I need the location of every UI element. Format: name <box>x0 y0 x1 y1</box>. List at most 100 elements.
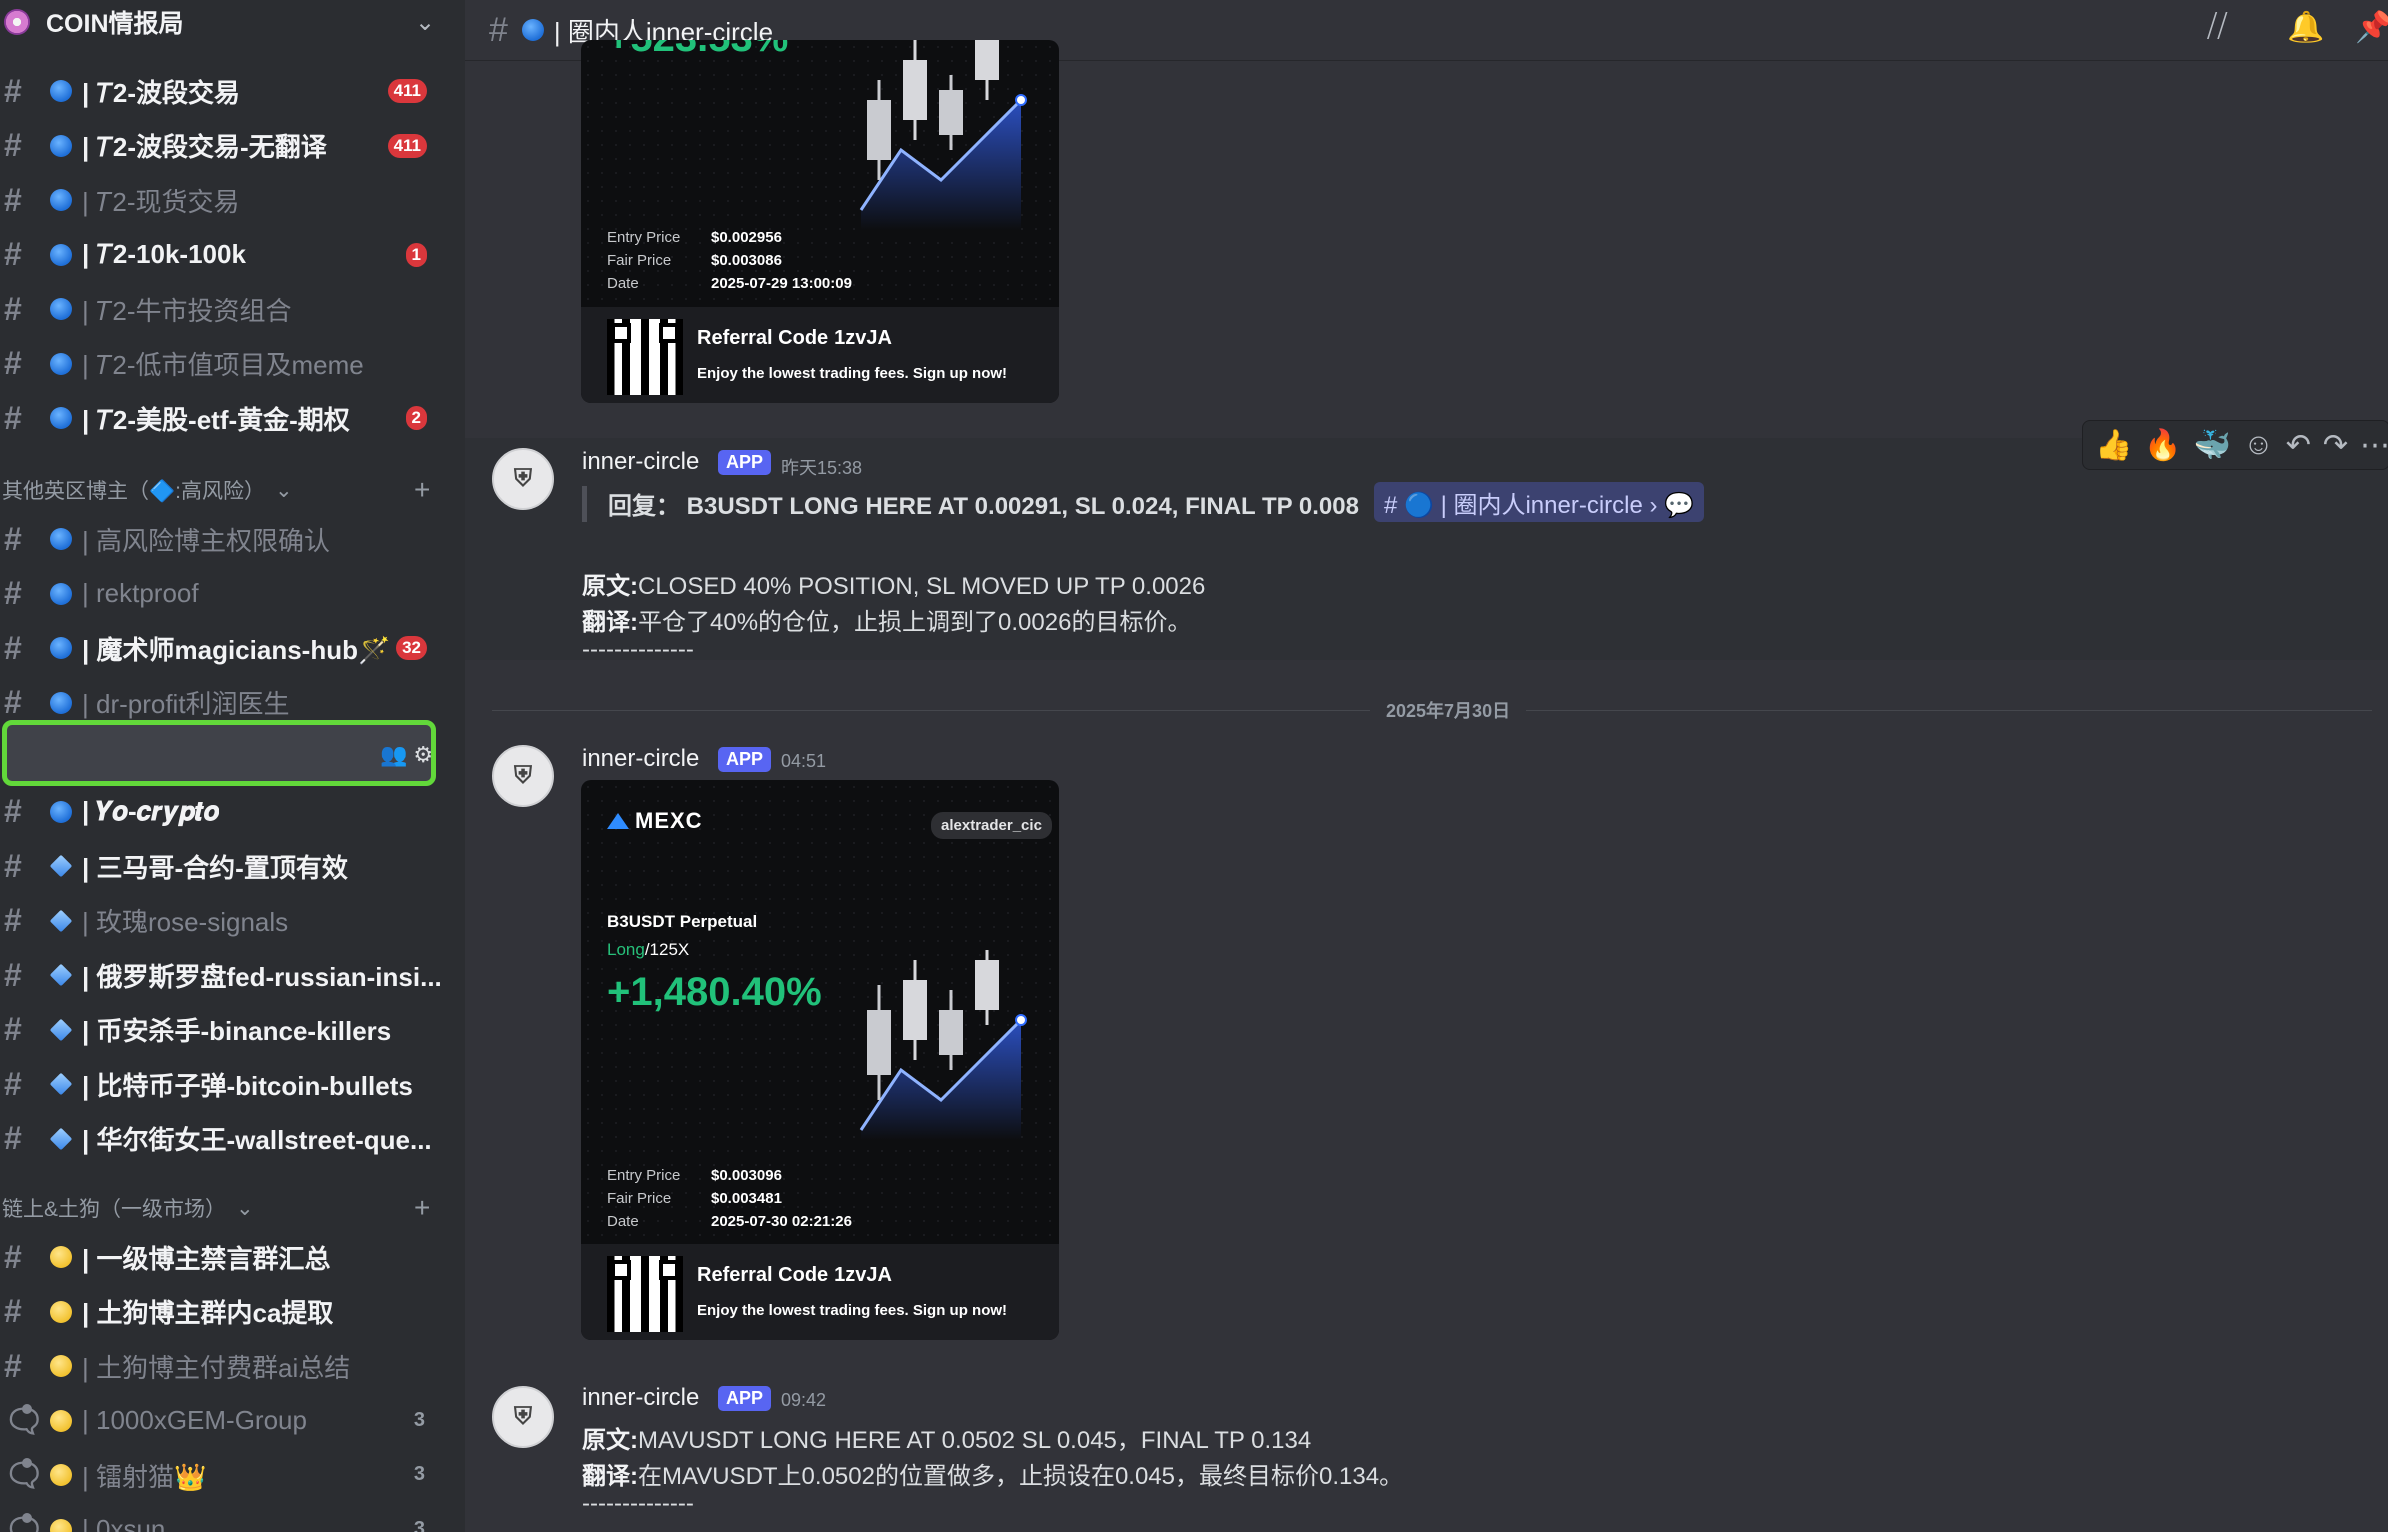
channel-item[interactable]: # | rektproof <box>0 569 445 619</box>
channel-item[interactable]: 🗨 | 1000xGEM-Group 3 <box>0 1396 445 1446</box>
qr-code <box>607 319 683 395</box>
channel-item[interactable]: # | 𝑇2-现货交易 <box>0 175 445 225</box>
forward-icon[interactable]: ↷ <box>2323 428 2348 463</box>
add-reaction-icon[interactable]: ☺ <box>2243 428 2274 462</box>
yellow-circle-icon <box>50 1518 72 1532</box>
author-name[interactable]: inner-circle <box>582 745 699 773</box>
trade-card-2[interactable]: MEXC alextrader_cic B3USDT Perpetual Lon… <box>581 780 1059 1340</box>
gear-icon[interactable]: ⚙ <box>413 742 433 767</box>
channel-mention[interactable]: # 🔵 | 圈内人inner-circle › 💬 <box>1374 482 1705 522</box>
hash-icon: # <box>4 902 22 938</box>
channel-name: | 𝒀𝒐-𝒄𝒓𝒚𝒑𝒕𝒐 <box>82 795 220 826</box>
referral-slogan: Enjoy the lowest trading fees. Sign up n… <box>697 365 1008 382</box>
channel-item[interactable]: # | 三马哥-合约-置顶有效 <box>0 841 445 891</box>
timestamp: 09:42 <box>781 1390 827 1410</box>
channel-tools: 👥 ⚙ <box>380 742 433 768</box>
reply-icon[interactable]: ↶ <box>2286 428 2311 463</box>
server-header[interactable]: COIN情报局 ⌄ <box>0 0 465 44</box>
referral-slogan: Enjoy the lowest trading fees. Sign up n… <box>697 1302 1008 1319</box>
pin-icon[interactable]: 📌 <box>2355 10 2388 45</box>
channel-item[interactable]: # | 土狗博主群内ca提取 <box>0 1287 445 1337</box>
channel-name: | 𝑇2-波段交易 <box>82 77 241 108</box>
channel-item[interactable]: # | 𝑇2-美股-etf-黄金-期权 2 <box>0 393 445 443</box>
blue-circle-icon <box>50 407 72 429</box>
app-tag: APP <box>718 747 772 772</box>
qr-code <box>607 1256 683 1332</box>
avatar[interactable]: ⛨ <box>492 745 554 807</box>
chevron-down-icon[interactable]: ⌄ <box>415 8 435 37</box>
channel-item[interactable]: # | 玫瑰rose-signals <box>0 896 445 946</box>
channel-name: | 𝑇2-10k-100k <box>82 238 246 269</box>
reply-preview[interactable]: 回复： B3USDT LONG HERE AT 0.00291, SL 0.02… <box>608 486 1359 521</box>
leverage: Long/125X <box>607 940 690 959</box>
channel-item[interactable]: # | 俄罗斯罗盘fed-russian-insi... <box>0 950 445 1000</box>
chart-graphic <box>859 950 1027 1140</box>
channel-sidebar: COIN情报局 ⌄ # | 𝑇2-波段交易 411 # | 𝑇2-波段交易-无翻译 411… <box>0 0 465 1532</box>
author-name[interactable]: inner-circle <box>582 1384 699 1412</box>
channel-item[interactable]: # | 币安杀手-binance-killers <box>0 1005 445 1055</box>
channel-name: | 比特币子弹-bitcoin-bullets <box>82 1070 413 1101</box>
fair-label: Fair Price <box>607 252 672 269</box>
channel-item[interactable]: # | 高风险博主权限确认 <box>0 514 445 564</box>
hash-icon: # <box>4 399 22 436</box>
server-icon <box>4 9 30 35</box>
avatar[interactable]: ⛨ <box>492 448 554 510</box>
pnl-percent: +1,480.40% <box>607 970 822 1014</box>
translation-line: 翻译:在MAVUSDT上0.0502的位置做多，止损设在0.045，最终目标价0… <box>582 1463 1404 1490</box>
channel-item[interactable]: # | 𝑇2-10k-100k 1 <box>0 230 445 280</box>
channel-item[interactable]: 🗨 | 0xsun 3 <box>0 1505 445 1532</box>
category-onchain[interactable]: 链上&土狗（一级市场） ⌄ + <box>2 1188 447 1228</box>
hash-icon: # <box>4 520 22 557</box>
channel-item[interactable]: # | 比特币子弹-bitcoin-bullets <box>0 1059 445 1109</box>
channel-item[interactable]: # | 𝑇2-低市值项目及meme <box>0 339 445 389</box>
add-channel-icon[interactable]: + <box>414 1192 430 1224</box>
mention-badge: 411 <box>387 79 427 103</box>
channel-item[interactable]: # | 𝑇2-牛市投资组合 <box>0 284 445 334</box>
referral-code: 1zvJA <box>834 327 892 349</box>
thumbs-up-icon[interactable]: 👍 <box>2095 428 2132 463</box>
trade-card-1[interactable]: +523.53% Entry Price $0.002956 Fair Pric… <box>581 40 1059 403</box>
original-line: 原文:CLOSED 40% POSITION, SL MOVED UP TP 0… <box>582 573 1206 600</box>
referral-label: Referral Code <box>697 327 829 349</box>
channel-item[interactable]: # | 𝑇2-波段交易 411 <box>0 66 445 116</box>
blue-diamond-icon <box>49 963 73 987</box>
channel-item[interactable]: # | 𝑇2-波段交易-无翻译 411 <box>0 121 445 171</box>
channel-item[interactable]: 🗨 | 镭射猫👑 3 <box>0 1450 445 1500</box>
hash-icon: # <box>4 1347 22 1384</box>
hash-icon: # <box>4 956 22 993</box>
channel-item[interactable]: # | 一级博主禁言群汇总 <box>0 1232 445 1282</box>
blue-circle-icon <box>50 298 72 320</box>
channel-item[interactable]: # | 土狗博主付费群ai总结 <box>0 1341 445 1391</box>
fire-icon[interactable]: 🔥 <box>2144 428 2181 463</box>
author-name[interactable]: inner-circle <box>582 448 699 476</box>
channel-item[interactable]: # | 𝒀𝒐-𝒄𝒓𝒚𝒑𝒕𝒐 <box>0 787 445 837</box>
bell-icon[interactable]: 🔔 <box>2287 10 2324 45</box>
blue-diamond-icon <box>49 1018 73 1041</box>
blue-circle-icon <box>50 243 72 266</box>
channel-name: | dr-profit利润医生 <box>82 689 290 719</box>
invite-icon[interactable]: 👥 <box>380 742 407 767</box>
category-other-bloggers[interactable]: 其他英区博主（🔷:高风险） ⌄ + <box>2 470 447 510</box>
blue-circle-icon <box>50 800 72 823</box>
fair-price: $0.003481 <box>711 1190 782 1207</box>
blue-circle-icon <box>50 637 72 659</box>
entry-label: Entry Price <box>607 1167 681 1184</box>
chevron-down-icon: ⌄ <box>274 478 293 502</box>
category-label: 链上&土狗（一级市场） <box>2 1198 227 1221</box>
channel-item[interactable]: # | 魔术师magicians-hub🪄 32 <box>0 623 445 673</box>
date-label: Date <box>607 1213 639 1230</box>
add-channel-icon[interactable]: + <box>414 474 430 506</box>
forum-icon: 🗨 <box>4 1511 45 1532</box>
more-icon[interactable]: ⋯ <box>2360 428 2388 463</box>
hash-icon: # <box>4 575 22 611</box>
channel-item[interactable]: # | 华尔街女王-wallstreet-que... <box>0 1114 445 1164</box>
hash-icon: # <box>4 1120 22 1156</box>
entry-price: $0.003096 <box>711 1167 782 1184</box>
whale-icon[interactable]: 🐳 <box>2194 428 2231 463</box>
post-count: 3 <box>413 1408 425 1431</box>
avatar[interactable]: ⛨ <box>492 1386 554 1448</box>
channel-name: | 华尔街女王-wallstreet-que... <box>82 1125 432 1155</box>
yellow-circle-icon <box>50 1464 72 1486</box>
blue-diamond-icon <box>49 854 73 878</box>
threads-icon[interactable]: ⧸⧸ <box>2207 10 2227 44</box>
